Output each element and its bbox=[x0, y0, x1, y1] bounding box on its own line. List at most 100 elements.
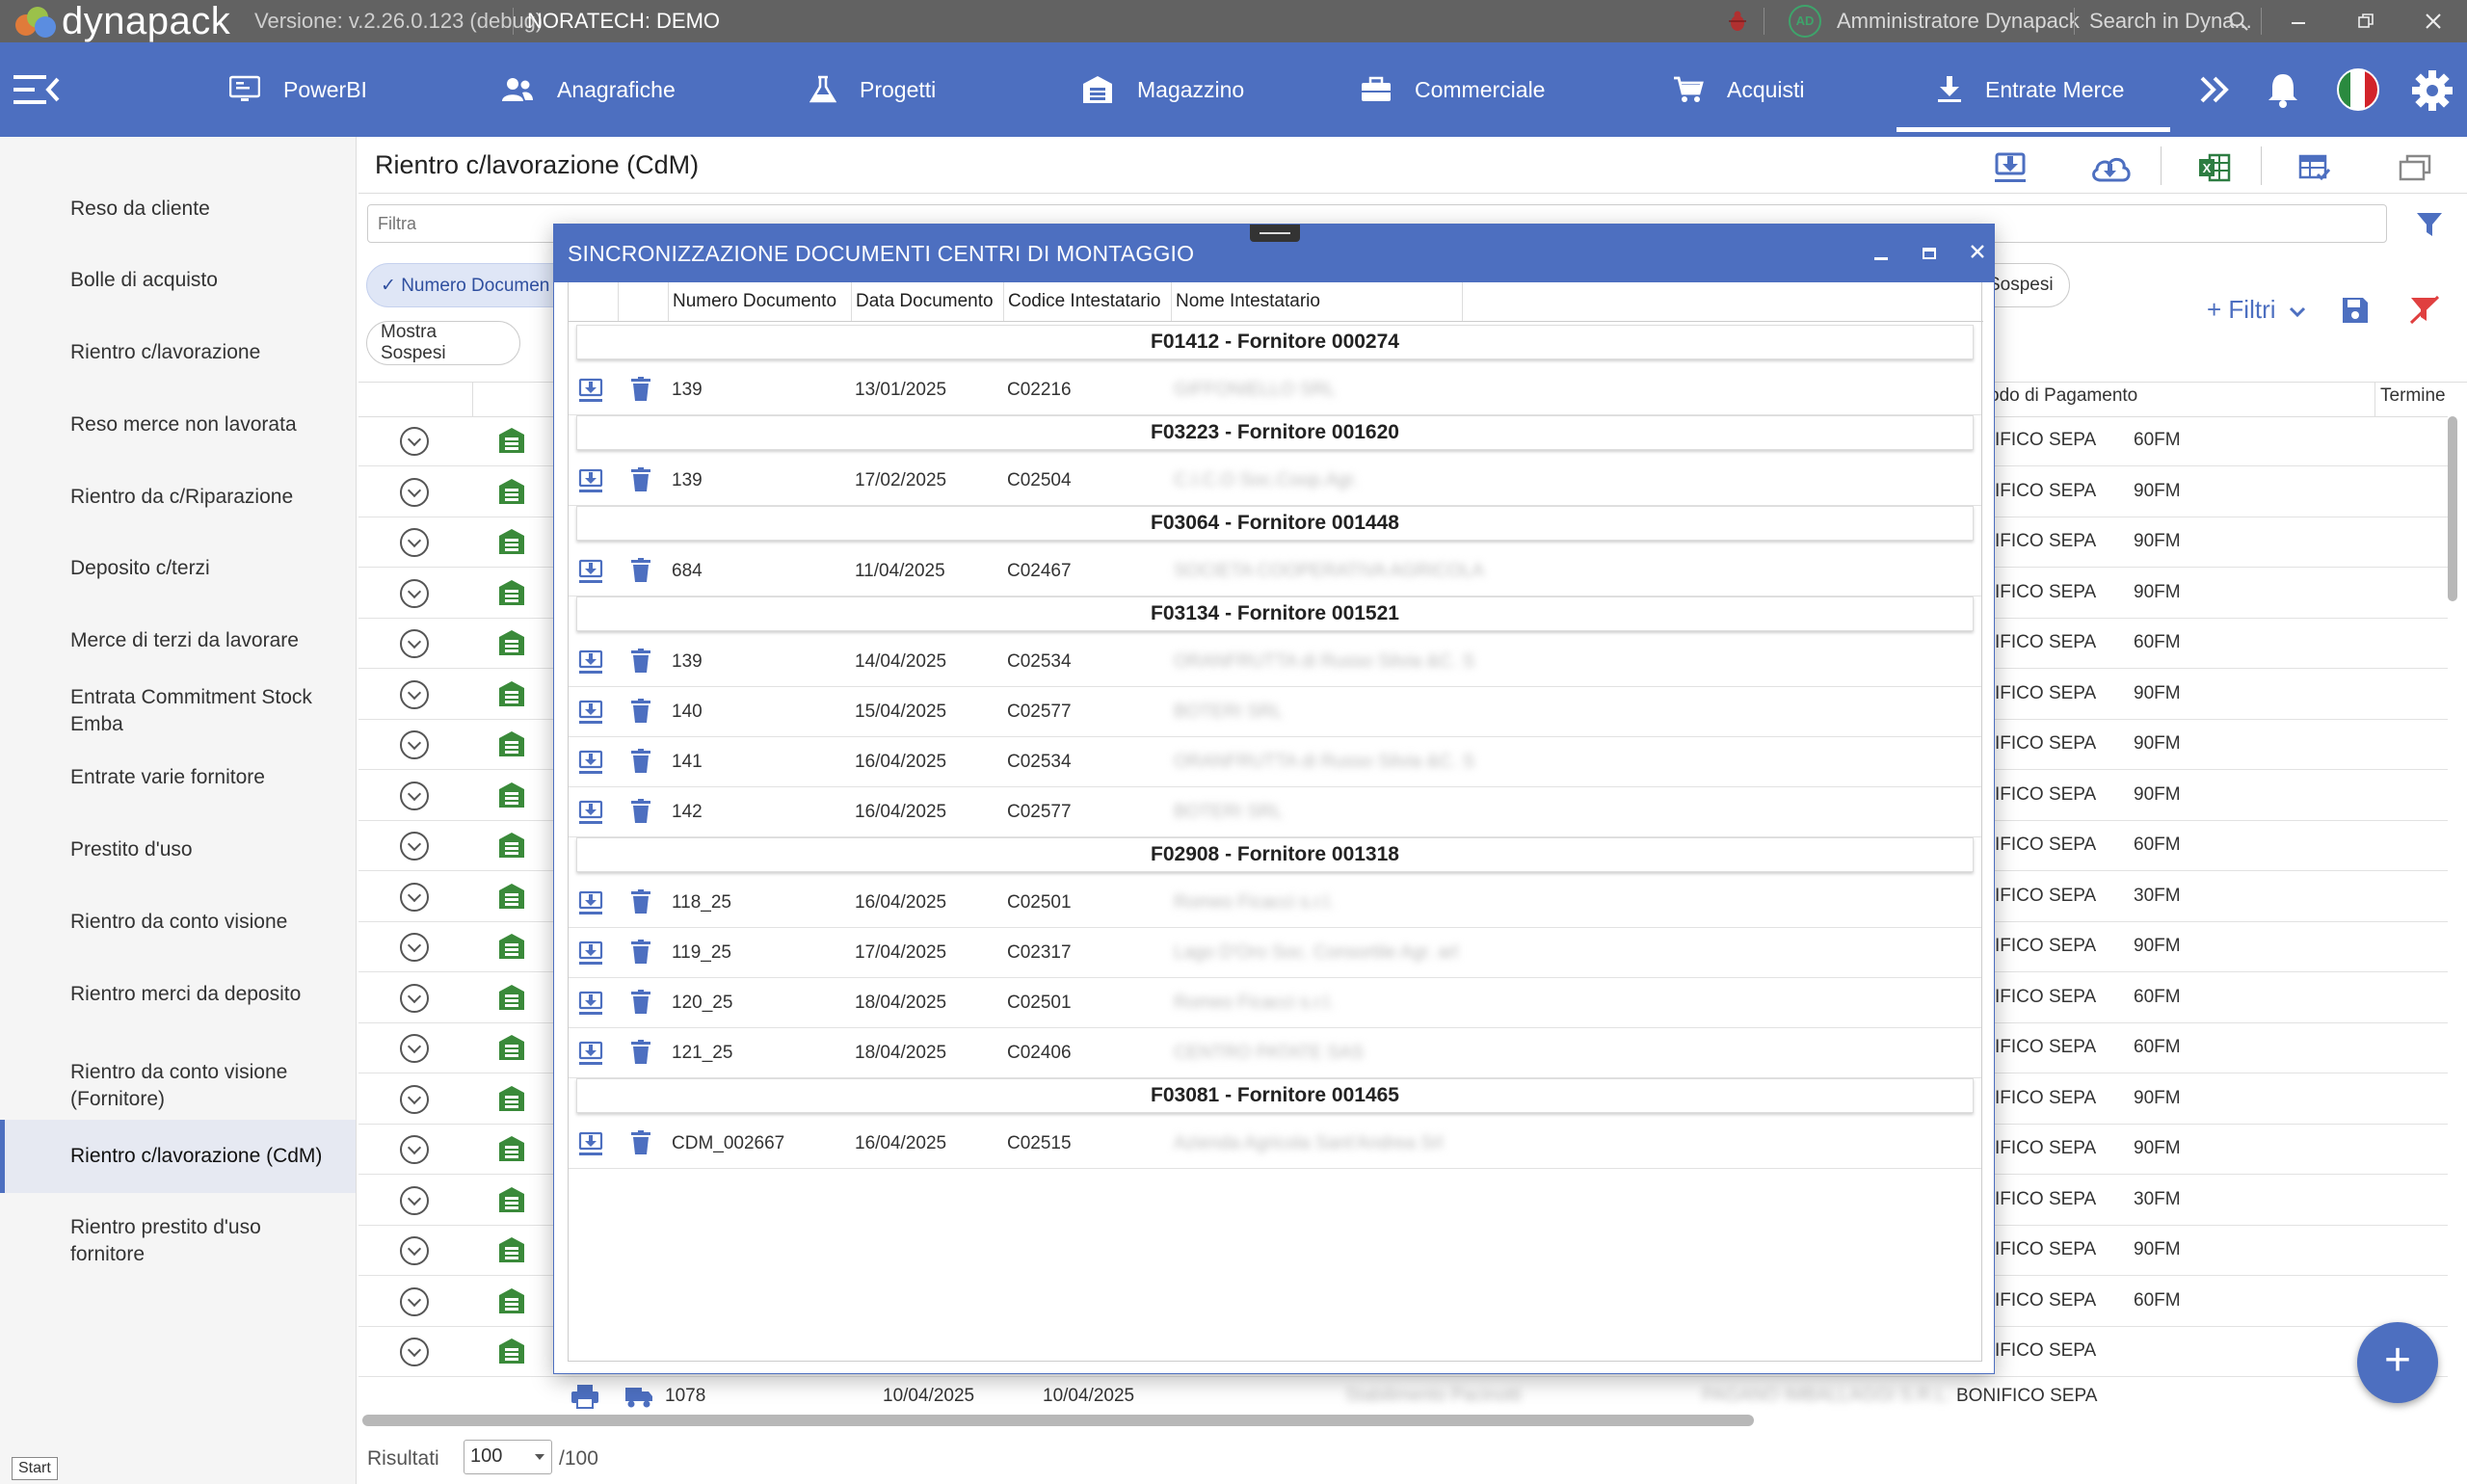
column-header-numero-documento[interactable]: Numero Documento bbox=[669, 282, 852, 321]
sidebar-item-prestito-d-uso[interactable]: Prestito d'uso bbox=[0, 828, 356, 872]
bug-icon[interactable] bbox=[1727, 10, 1748, 38]
trash-icon[interactable] bbox=[630, 749, 651, 780]
chip-mostra-sospesi[interactable]: Mostra Sospesi bbox=[366, 321, 520, 365]
expand-chevron-icon[interactable] bbox=[400, 629, 429, 658]
list-item[interactable]: 141 16/04/2025 C02534 ORANFRUTTA di Russo S… bbox=[569, 737, 1981, 787]
download-import-icon[interactable] bbox=[1989, 146, 2031, 189]
expand-chevron-icon[interactable] bbox=[400, 882, 429, 912]
nav-anagrafiche[interactable]: Anagrafiche bbox=[501, 42, 676, 137]
list-item[interactable]: 140 15/04/2025 C02577 BOTERI SRL bbox=[569, 687, 1981, 737]
nav-commerciale[interactable]: Commerciale bbox=[1361, 42, 1545, 137]
drag-handle-icon[interactable] bbox=[1250, 225, 1300, 242]
expand-chevron-icon[interactable] bbox=[400, 1338, 429, 1366]
expand-chevron-icon[interactable] bbox=[400, 933, 429, 962]
trash-icon[interactable] bbox=[630, 1130, 651, 1161]
warehouse-icon[interactable] bbox=[497, 1084, 526, 1118]
modal-titlebar[interactable]: SINCRONIZZAZIONE DOCUMENTI CENTRI DI MON… bbox=[554, 225, 1994, 282]
warehouse-icon[interactable] bbox=[497, 578, 526, 612]
trash-icon[interactable] bbox=[630, 1040, 651, 1071]
clear-filter-icon[interactable] bbox=[2409, 295, 2442, 331]
new-window-icon[interactable] bbox=[2394, 146, 2436, 189]
excel-export-icon[interactable]: X bbox=[2193, 146, 2236, 189]
expand-chevron-icon[interactable] bbox=[400, 983, 429, 1013]
expand-chevron-icon[interactable] bbox=[400, 832, 429, 861]
sidebar-item-reso-merce-non-lavorata[interactable]: Reso merce non lavorata bbox=[0, 403, 356, 447]
sidebar-item-rientro-da-c-riparazione[interactable]: Rientro da c/Riparazione bbox=[0, 475, 356, 519]
column-header-codice-intestatario[interactable]: Codice Intestatario bbox=[1004, 282, 1172, 321]
window-restore-icon[interactable] bbox=[2357, 13, 2374, 35]
results-count-select[interactable]: 100 bbox=[464, 1440, 552, 1474]
warehouse-icon[interactable] bbox=[497, 1337, 526, 1370]
nav-magazzino[interactable]: Magazzino bbox=[1081, 42, 1244, 137]
expand-chevron-icon[interactable] bbox=[400, 528, 429, 557]
expand-chevron-icon[interactable] bbox=[400, 781, 429, 810]
import-document-icon[interactable] bbox=[578, 558, 603, 591]
sidebar-item-reso-da-cliente[interactable]: Reso da cliente bbox=[0, 187, 356, 231]
sidebar-item-rientro-prestito-fornitore[interactable]: Rientro prestito d'uso fornitore bbox=[0, 1206, 356, 1276]
list-item[interactable]: CDM_002667 16/04/2025 C02515 Azienda Agrico… bbox=[569, 1119, 1981, 1169]
expand-chevron-icon[interactable] bbox=[400, 578, 429, 608]
gear-icon[interactable] bbox=[2411, 69, 2454, 117]
import-document-icon[interactable] bbox=[578, 1040, 603, 1073]
sidebar-item-entrata-commitment[interactable]: Entrata Commitment Stock Emba bbox=[0, 676, 356, 746]
sidebar-item-bolle-di-acquisto[interactable]: Bolle di acquisto bbox=[0, 258, 356, 303]
filter-funnel-icon[interactable] bbox=[2415, 210, 2444, 244]
import-document-icon[interactable] bbox=[578, 1130, 603, 1163]
print-icon[interactable] bbox=[570, 1384, 599, 1415]
trash-icon[interactable] bbox=[630, 377, 651, 408]
column-header-data-documento[interactable]: Data Documento bbox=[852, 282, 1004, 321]
menu-collapse-icon[interactable] bbox=[13, 71, 60, 113]
expand-chevron-icon[interactable] bbox=[400, 1034, 429, 1063]
column-header-pagamento[interactable]: odo di Pagamento bbox=[1989, 385, 2137, 407]
add-fab-button[interactable]: + bbox=[2357, 1322, 2438, 1403]
list-item[interactable]: 118_25 16/04/2025 C02501 Romeo Ficacci s.r.… bbox=[569, 878, 1981, 928]
import-document-icon[interactable] bbox=[578, 990, 603, 1022]
warehouse-icon[interactable] bbox=[497, 781, 526, 814]
trash-icon[interactable] bbox=[630, 558, 651, 589]
sidebar-item-rientro-da-conto-visione[interactable]: Rientro da conto visione bbox=[0, 900, 356, 944]
import-document-icon[interactable] bbox=[578, 377, 603, 410]
nav-powerbi[interactable]: PowerBI bbox=[229, 42, 367, 137]
expand-chevron-icon[interactable] bbox=[400, 1286, 429, 1316]
warehouse-icon[interactable] bbox=[497, 1286, 526, 1320]
trash-icon[interactable] bbox=[630, 889, 651, 920]
window-minimize-icon[interactable] bbox=[2292, 22, 2305, 24]
warehouse-icon[interactable] bbox=[497, 1235, 526, 1269]
user-avatar[interactable]: AD bbox=[1789, 5, 1821, 38]
user-name[interactable]: Amministratore Dynapack bbox=[1837, 0, 2080, 42]
warehouse-icon[interactable] bbox=[497, 729, 526, 763]
list-item[interactable]: 120_25 18/04/2025 C02501 Romeo Ficacci s.r.… bbox=[569, 978, 1981, 1028]
warehouse-icon[interactable] bbox=[497, 831, 526, 864]
warehouse-icon[interactable] bbox=[497, 628, 526, 662]
expand-chevron-icon[interactable] bbox=[400, 679, 429, 709]
import-document-icon[interactable] bbox=[578, 749, 603, 782]
trash-icon[interactable] bbox=[630, 649, 651, 679]
trash-icon[interactable] bbox=[630, 699, 651, 729]
list-item[interactable]: 121_25 18/04/2025 C02406 CENTRO PATATE SAS bbox=[569, 1028, 1981, 1078]
import-document-icon[interactable] bbox=[578, 940, 603, 972]
modal-maximize-icon[interactable] bbox=[1915, 238, 1944, 267]
expand-chevron-icon[interactable] bbox=[400, 1135, 429, 1164]
warehouse-icon[interactable] bbox=[497, 679, 526, 713]
expand-chevron-icon[interactable] bbox=[400, 427, 429, 456]
column-header-termine[interactable]: Termine bbox=[2380, 385, 2446, 407]
expand-chevron-icon[interactable] bbox=[400, 1236, 429, 1265]
sidebar-item-entrate-varie-fornitore[interactable]: Entrate varie fornitore bbox=[0, 755, 356, 800]
trash-icon[interactable] bbox=[630, 940, 651, 970]
truck-icon[interactable] bbox=[624, 1384, 653, 1415]
window-close-icon[interactable] bbox=[2425, 13, 2442, 35]
filters-button[interactable]: + Filtri bbox=[2207, 295, 2306, 325]
expand-chevron-icon[interactable] bbox=[400, 1185, 429, 1215]
warehouse-icon[interactable] bbox=[497, 527, 526, 561]
sidebar-item-merce-di-terzi[interactable]: Merce di terzi da lavorare bbox=[0, 619, 356, 663]
expand-chevron-icon[interactable] bbox=[400, 1084, 429, 1114]
list-item[interactable]: 139 17/02/2025 C02504 C.I.C.O Soc.Coop.Agr. bbox=[569, 456, 1981, 506]
start-button[interactable]: Start bbox=[12, 1457, 58, 1480]
horizontal-scrollbar[interactable] bbox=[362, 1415, 1754, 1426]
table-check-icon[interactable] bbox=[2294, 146, 2336, 189]
import-document-icon[interactable] bbox=[578, 889, 603, 922]
warehouse-icon[interactable] bbox=[497, 426, 526, 460]
nav-progetti[interactable]: Progetti bbox=[809, 42, 936, 137]
sidebar-item-rientro-c-lavorazione-cdm[interactable]: Rientro c/lavorazione (CdM) bbox=[0, 1120, 356, 1193]
sidebar-item-deposito-c-terzi[interactable]: Deposito c/terzi bbox=[0, 546, 356, 591]
